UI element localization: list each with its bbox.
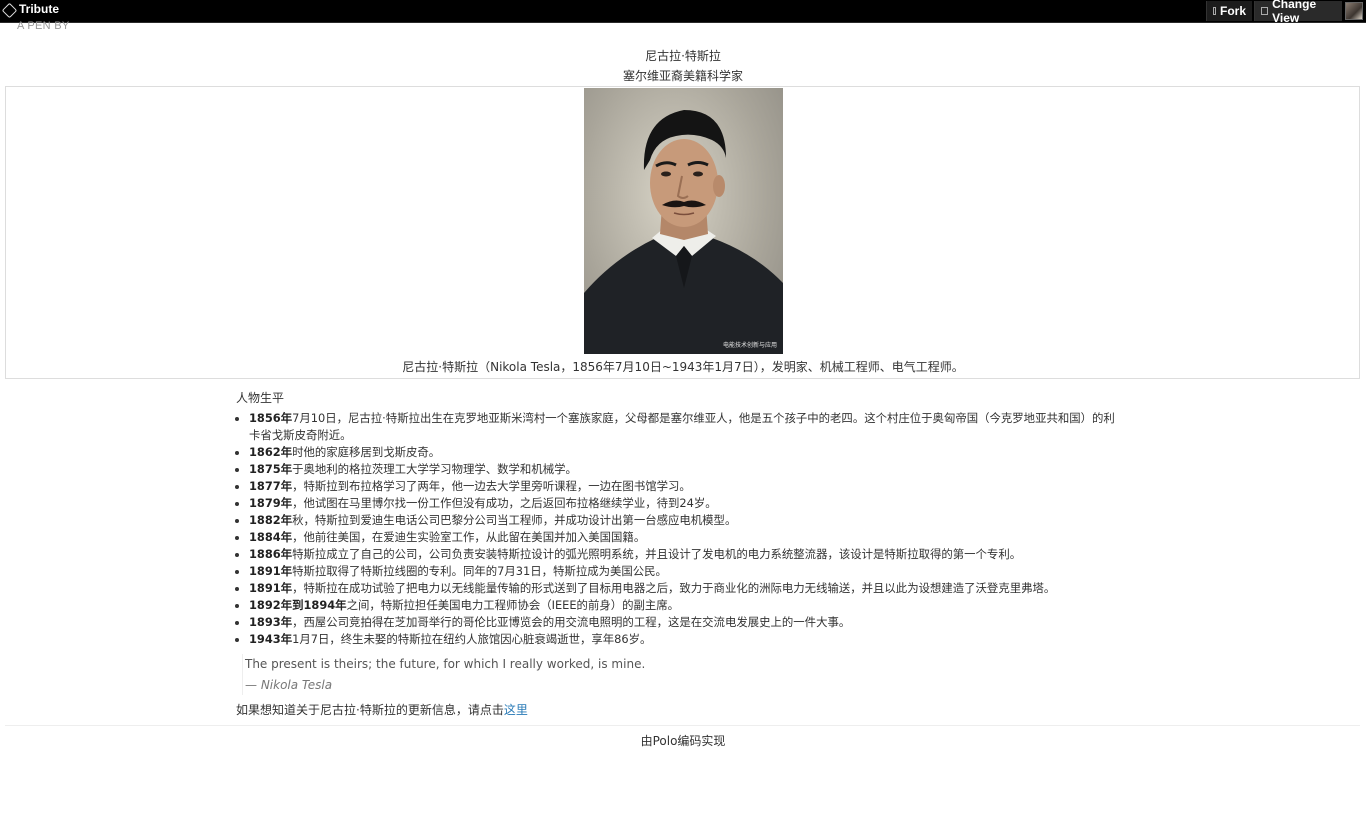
timeline-item: 1884年，他前往美国，在爱迪生实验室工作，从此留在美国并加入美国国籍。 [249,529,1116,546]
user-avatar[interactable] [1345,2,1363,20]
change-view-label: Change View [1272,0,1317,25]
timeline-text: ，他前往美国，在爱迪生实验室工作，从此留在美国并加入美国国籍。 [292,530,646,544]
timeline-item: 1879年，他试图在马里博尔找一份工作但没有成功，之后返回布拉格继续学业，待到2… [249,495,1116,512]
timeline-text: 1月7日，终生未娶的特斯拉在纽约人旅馆因心脏衰竭逝世，享年86岁。 [292,632,652,646]
quote-block: The present is theirs; the future, for w… [242,654,1116,695]
timeline-year: 1856年 [249,411,293,425]
timeline-year: 1882年 [249,513,293,527]
timeline-text: ，特斯拉在成功试验了把电力以无线能量传输的形式送到了目标用电器之后，致力于商业化… [292,581,1056,595]
pen-title-group: Tribute [1,2,60,18]
timeline-year: 1879年 [249,496,293,510]
timeline-item: 1877年，特斯拉到布拉格学习了两年，他一边去大学里旁听课程，一边在图书馆学习。 [249,478,1116,495]
timeline-item: 1862年时他的家庭移居到戈斯皮奇。 [249,444,1116,461]
timeline-text: 7月10日，尼古拉·特斯拉出生在克罗地亚斯米湾村一个塞族家庭，父母都是塞尔维亚人… [249,411,1115,442]
timeline-item: 1882年秋，特斯拉到爱迪生电话公司巴黎分公司当工程师，并成功设计出第一台感应电… [249,512,1116,529]
person-subtitle: 塞尔维亚裔美籍科学家 [622,69,743,83]
timeline-item: 1875年于奥地利的格拉茨理工大学学习物理学、数学和机械学。 [249,461,1116,478]
timeline-year: 1891年 [249,581,293,595]
codepen-logo-icon [1,2,18,18]
more-info-link[interactable]: 这里 [504,703,528,717]
section-title: 人物生平 [236,391,285,405]
footer-divider [5,725,1360,726]
timeline-year: 1875年 [249,462,293,476]
timeline-year: 1893年 [249,615,293,629]
image-caption: 尼古拉·特斯拉（Nikola Tesla，1856年7月10日~1943年1月7… [402,360,964,374]
timeline-year: 1886年 [249,547,293,561]
quote-author: — Nikola Tesla [245,678,333,692]
timeline-item: 1891年特斯拉取得了特斯拉线圈的专利。同年的7月31日，特斯拉成为美国公民。 [249,563,1116,580]
timeline-year: 1862年 [249,445,293,459]
timeline-year: 1892年到1894年 [249,598,347,612]
more-info-line: 如果想知道关于尼古拉·特斯拉的更新信息，请点击这里 [236,701,1116,719]
timeline-item: 1892年到1894年之间，特斯拉担任美国电力工程师协会（IEEE的前身）的副主… [249,597,1116,614]
timeline-text: ，特斯拉到布拉格学习了两年，他一边去大学里旁听课程，一边在图书馆学习。 [292,479,691,493]
pen-title: Tribute [19,2,60,16]
timeline-item: 1886年特斯拉成立了自己的公司，公司负责安装特斯拉设计的弧光照明系统，并且设计… [249,546,1116,563]
timeline-text: 之间，特斯拉担任美国电力工程师协会（IEEE的前身）的副主席。 [346,598,680,612]
timeline-item: 1943年1月7日，终生未娶的特斯拉在纽约人旅馆因心脏衰竭逝世，享年86岁。 [249,631,1116,648]
timeline-text: 于奥地利的格拉茨理工大学学习物理学、数学和机械学。 [292,462,577,476]
footer-credit: 由Polo编码实现 [640,734,726,748]
timeline-text: 时他的家庭移居到戈斯皮奇。 [292,445,441,459]
layout-icon [1261,7,1269,15]
tesla-portrait-image: 电能技术创新与应用 [584,88,783,354]
timeline-text: ，他试图在马里博尔找一份工作但没有成功，之后返回布拉格继续学业，待到24岁。 [292,496,717,510]
timeline-text: 秋，特斯拉到爱迪生电话公司巴黎分公司当工程师，并成功设计出第一台感应电机模型。 [292,513,737,527]
change-view-button[interactable]: Change View [1254,0,1342,25]
top-bar: Tribute Fork Change View [0,0,1366,25]
image-watermark: 电能技术创新与应用 [722,342,777,349]
timeline-text: 特斯拉成立了自己的公司，公司负责安装特斯拉设计的弧光照明系统，并且设计了发电机的… [292,547,1022,561]
quote-text: The present is theirs; the future, for w… [245,657,646,671]
fork-button[interactable]: Fork [1206,1,1252,21]
pen-by-label: A PEN BY [17,20,70,32]
more-info-text: 如果想知道关于尼古拉·特斯拉的更新信息，请点击 [236,703,504,717]
timeline-item: 1856年7月10日，尼古拉·特斯拉出生在克罗地亚斯米湾村一个塞族家庭，父母都是… [249,410,1116,444]
fork-label: Fork [1219,4,1246,18]
timeline-year: 1943年 [249,632,293,646]
timeline-item: 1893年，西屋公司竞拍得在芝加哥举行的哥伦比亚博览会的用交流电照明的工程，这是… [249,614,1116,631]
fork-icon [1213,7,1216,15]
person-name: 尼古拉·特斯拉 [645,49,721,63]
timeline-item: 1891年，特斯拉在成功试验了把电力以无线能量传输的形式送到了目标用电器之后，致… [249,580,1116,597]
timeline-year: 1891年 [249,564,293,578]
biography-section: 人物生平 1856年7月10日，尼古拉·特斯拉出生在克罗地亚斯米湾村一个塞族家庭… [236,390,1116,719]
timeline-list: 1856年7月10日，尼古拉·特斯拉出生在克罗地亚斯米湾村一个塞族家庭，父母都是… [236,410,1116,648]
timeline-year: 1877年 [249,479,293,493]
timeline-text: ，西屋公司竞拍得在芝加哥举行的哥伦比亚博览会的用交流电照明的工程，这是在交流电发… [292,615,851,629]
timeline-text: 特斯拉取得了特斯拉线圈的专利。同年的7月31日，特斯拉成为美国公民。 [292,564,667,578]
timeline-year: 1884年 [249,530,293,544]
